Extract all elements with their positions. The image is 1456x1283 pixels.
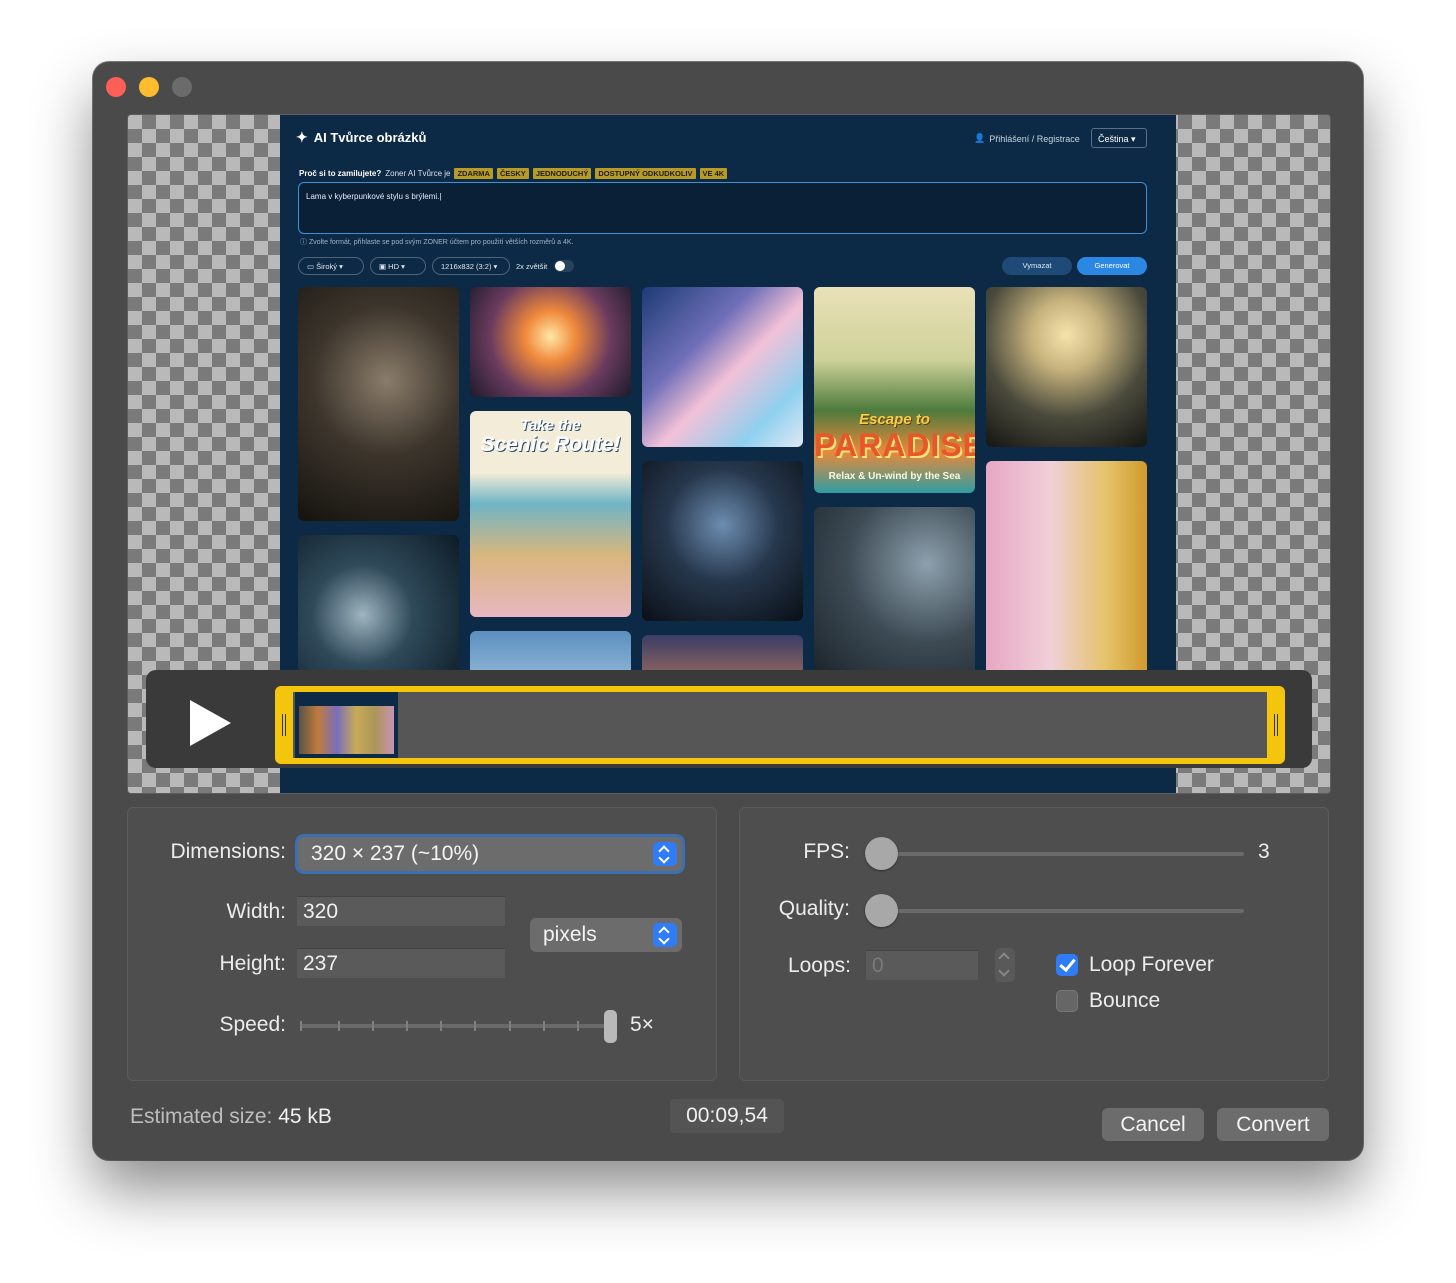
width-field[interactable]: 320 xyxy=(297,896,505,926)
loops-stepper[interactable] xyxy=(995,948,1015,982)
height-label: Height: xyxy=(219,952,286,975)
height-field[interactable]: 237 xyxy=(297,948,505,978)
site-prompt-box: Lama v kyberpunkové stylu s brýlemi.| xyxy=(298,182,1147,234)
gallery-image-portal xyxy=(470,287,631,397)
loops-field[interactable]: 0 xyxy=(866,950,978,980)
speed-slider-knob[interactable] xyxy=(604,1010,617,1043)
gallery-poster-scenic-route: Take the Scenic Route! xyxy=(470,411,631,617)
width-label: Width: xyxy=(226,900,286,923)
zoom-window-button[interactable] xyxy=(172,77,192,97)
animation-settings-panel: FPS: 3 Quality: Loops: 0 Loop Forever Bo… xyxy=(739,807,1329,1081)
site-clear-button: Vymazat xyxy=(1002,257,1072,275)
loop-forever-checkbox[interactable] xyxy=(1056,954,1078,976)
site-login: 👤 Přihlášení / Registrace xyxy=(974,133,1080,144)
dimensions-chevron-icon xyxy=(653,842,677,866)
user-icon: 👤 xyxy=(974,133,986,143)
unit-value: pixels xyxy=(543,923,597,946)
bounce-label: Bounce xyxy=(1089,989,1161,1012)
estimated-size-value: 45 kB xyxy=(278,1105,332,1128)
site-option-size: 1216x832 (3:2) ▾ xyxy=(432,257,510,275)
loop-forever-label: Loop Forever xyxy=(1089,953,1214,976)
site-title: AI Tvůrce obrázků xyxy=(313,130,427,145)
speed-tick xyxy=(474,1021,476,1031)
speed-tick xyxy=(543,1021,545,1031)
speed-tick xyxy=(509,1021,511,1031)
sparkle-icon: ✦ xyxy=(296,129,308,145)
speed-tick xyxy=(440,1021,442,1031)
speed-slider-track[interactable] xyxy=(300,1024,612,1028)
trim-end-handle[interactable] xyxy=(1274,714,1278,736)
unit-chevron-icon xyxy=(653,923,677,947)
gallery-image-ballerina xyxy=(986,287,1147,447)
estimated-size: Estimated size: 45 kB xyxy=(130,1105,332,1129)
site-note: ⓘ Zvolte formát, přihlaste se pod svým Z… xyxy=(300,239,574,246)
size-settings-panel: Dimensions: 320 × 237 (~10%) Width: 320 … xyxy=(127,807,717,1081)
timeline-thumbnail xyxy=(295,692,398,758)
bounce-checkbox[interactable] xyxy=(1056,990,1078,1012)
site-tag: VE 4K xyxy=(699,168,728,179)
speed-label: Speed: xyxy=(219,1013,286,1036)
speed-tick xyxy=(577,1021,579,1031)
poster-paradise-line-3: Relax & Un-wind by the Sea xyxy=(828,471,961,482)
fps-slider-knob[interactable] xyxy=(865,837,898,870)
gallery-image-astronaut-unicorn xyxy=(642,287,803,447)
site-tag: DOSTUPNÝ ODKUDKOLIV xyxy=(595,168,696,179)
gallery-image-reading-woman xyxy=(814,507,975,697)
cancel-button[interactable]: Cancel xyxy=(1102,1108,1204,1141)
site-generate-button: Generovat xyxy=(1077,257,1147,275)
site-tag: JEDNODUCHÝ xyxy=(532,168,592,179)
gallery-image-wizard xyxy=(298,287,459,521)
stepper-up-icon xyxy=(998,952,1010,964)
speed-tick xyxy=(300,1021,302,1031)
convert-button[interactable]: Convert xyxy=(1217,1108,1329,1141)
fps-slider-track[interactable] xyxy=(880,852,1244,856)
dimensions-label: Dimensions: xyxy=(170,840,286,863)
quality-label: Quality: xyxy=(778,897,850,920)
dimensions-value: 320 × 237 (~10%) xyxy=(311,842,480,865)
site-language-select: Čeština ▾ xyxy=(1091,128,1147,148)
gif-export-window: ✦ AI Tvůrce obrázků 👤 Přihlášení / Regis… xyxy=(93,62,1363,1160)
site-upscale-toggle xyxy=(554,260,574,272)
trim-start-handle[interactable] xyxy=(282,714,286,736)
loops-label: Loops: xyxy=(787,954,851,977)
speed-value: 5× xyxy=(630,1013,654,1036)
estimated-size-label: Estimated size: xyxy=(130,1105,273,1128)
timeline-track[interactable] xyxy=(275,686,1285,764)
site-login-label: Přihlášení / Registrace xyxy=(989,133,1080,144)
stepper-down-icon xyxy=(998,965,1010,977)
speed-tick xyxy=(372,1021,374,1031)
duration-display: 00:09,54 xyxy=(670,1099,784,1133)
site-upscale-label: 2x zvětšit xyxy=(516,262,548,271)
site-why-text: Zoner AI Tvůrce je xyxy=(385,169,451,178)
gallery-image-woman-dress xyxy=(986,461,1147,697)
timeline-bar xyxy=(146,670,1312,768)
site-tag: ZDARMA xyxy=(454,168,493,179)
poster-paradise-line-2: PARADISE xyxy=(814,427,975,463)
site-tag: ČESKY xyxy=(496,168,529,179)
gallery-poster-paradise: Escape to PARADISE Relax & Un-wind by th… xyxy=(814,287,975,493)
preview-area: ✦ AI Tvůrce obrázků 👤 Přihlášení / Regis… xyxy=(127,114,1331,794)
dimensions-popup[interactable]: 320 × 237 (~10%) xyxy=(298,837,682,871)
poster-scenic-line-1: Take the xyxy=(520,417,581,434)
quality-slider-track[interactable] xyxy=(880,909,1244,913)
timeline-frames xyxy=(293,692,1267,758)
unit-popup[interactable]: pixels xyxy=(530,918,682,952)
fps-value: 3 xyxy=(1258,840,1270,863)
site-why-question: Proč si to zamilujete? xyxy=(299,169,382,178)
speed-tick xyxy=(406,1021,408,1031)
poster-paradise-line-1: Escape to xyxy=(859,411,930,428)
close-window-button[interactable] xyxy=(106,77,126,97)
speed-tick xyxy=(338,1021,340,1031)
site-option-format: ▭ Široký ▾ xyxy=(298,257,364,275)
timeline-thumbnail-image xyxy=(299,706,394,754)
quality-slider-knob[interactable] xyxy=(865,894,898,927)
poster-scenic-line-2: Scenic Route! xyxy=(480,433,621,456)
minimize-window-button[interactable] xyxy=(139,77,159,97)
site-logo: ✦ AI Tvůrce obrázků xyxy=(296,129,426,146)
fps-label: FPS: xyxy=(803,840,850,863)
site-why-line: Proč si to zamilujete? Zoner AI Tvůrce j… xyxy=(299,168,728,179)
play-icon[interactable] xyxy=(190,700,231,746)
site-option-quality: ▣ HD ▾ xyxy=(370,257,426,275)
gallery-image-crocodile-guitar xyxy=(642,461,803,621)
